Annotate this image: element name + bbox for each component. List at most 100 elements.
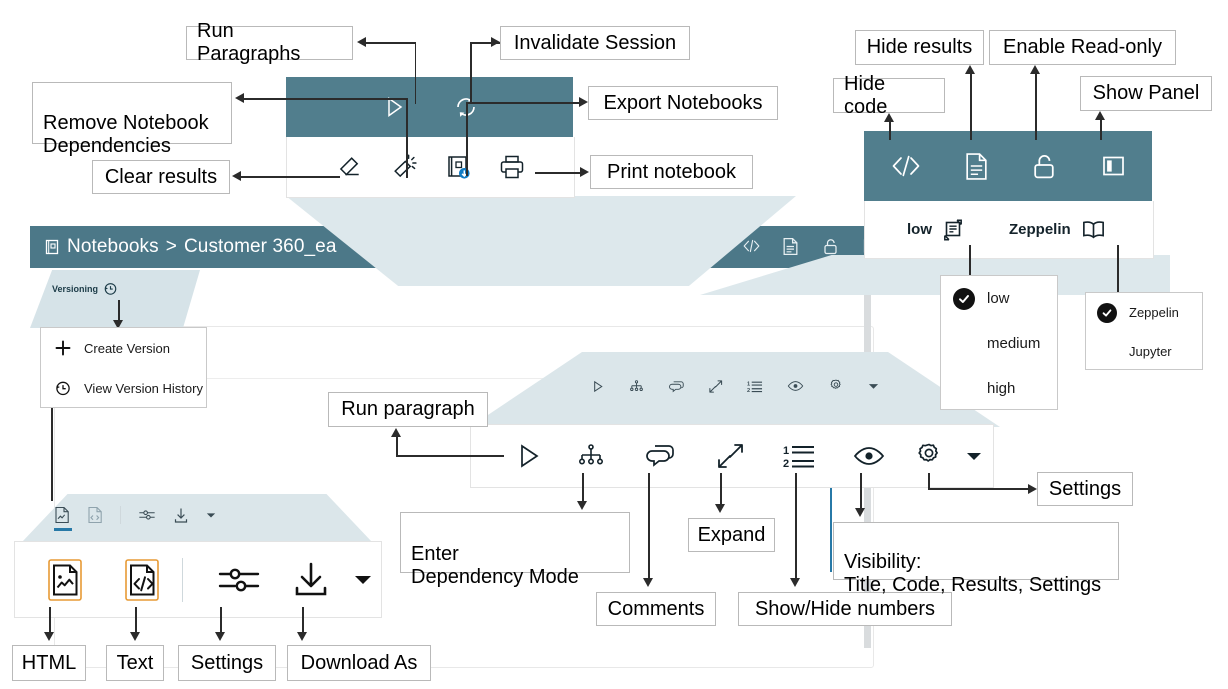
editor-selector-zoom[interactable]: Zeppelin: [1009, 219, 1107, 241]
result-toolbar-zoom: [14, 541, 382, 618]
callout-label: Download As: [300, 651, 418, 674]
svg-text:2: 2: [747, 388, 750, 394]
menu-item-label: Jupyter: [1129, 344, 1172, 359]
breadcrumb-separator: >: [165, 236, 177, 257]
callout-label: Export Notebooks: [603, 91, 763, 114]
callout-invalidate-session: Invalidate Session: [500, 26, 690, 60]
html-tab-underline: [54, 528, 72, 531]
callout-label: Invalidate Session: [513, 31, 677, 54]
history-clock-icon: [104, 283, 117, 295]
dependency-mode-icon-small[interactable]: [629, 379, 644, 394]
show-hide-numbers-icon[interactable]: 1 2: [764, 441, 834, 471]
settings-icon-result-small[interactable]: [138, 507, 156, 523]
versioning-label: Versioning: [52, 283, 99, 294]
hide-results-icon[interactable]: [964, 152, 989, 181]
comments-icon-small[interactable]: [668, 379, 684, 394]
editor-menu[interactable]: Zeppelin Jupyter: [1085, 292, 1203, 370]
check-icon: [953, 287, 975, 310]
callout-enable-read-only: Enable Read-only: [989, 30, 1176, 65]
visibility-icon[interactable]: [834, 444, 904, 468]
menu-item-label: low: [987, 290, 1010, 307]
menu-item-jupyter[interactable]: Jupyter: [1086, 332, 1202, 371]
callout-show-hide-numbers: Show/Hide numbers: [738, 592, 952, 626]
callout-settings-result: Settings: [178, 645, 276, 681]
inapp-result-toolbar-icons: [54, 506, 216, 531]
download-as-icon-small[interactable]: [173, 507, 189, 524]
callout-html: HTML: [12, 645, 86, 681]
callout-label: Hide code: [844, 72, 888, 118]
show-panel-icon[interactable]: [1100, 153, 1127, 179]
plus-icon: [54, 339, 72, 357]
download-caret-icon[interactable]: [345, 573, 381, 587]
expand-icon-small[interactable]: [708, 379, 723, 394]
callout-label: Run Paragraphs: [197, 20, 301, 65]
callout-hide-code: Hide code: [833, 73, 945, 118]
menu-item-label: Create Version: [84, 340, 170, 356]
versioning-button[interactable]: Versioning: [52, 281, 118, 296]
settings-caret-icon[interactable]: [954, 449, 993, 463]
callout-expand: Expand: [688, 518, 775, 552]
comments-icon[interactable]: [625, 441, 695, 471]
text-icon-small[interactable]: [87, 506, 103, 524]
callout-remove-notebook-dependencies: Remove Notebook Dependencies: [32, 82, 232, 157]
callout-run-paragraph: Run paragraph: [328, 392, 488, 427]
callout-label: Run paragraph: [341, 398, 475, 420]
notebook-toolbar-zoom-white: [286, 137, 575, 198]
settings-icon[interactable]: [904, 440, 954, 472]
print-notebook-icon[interactable]: [498, 153, 526, 181]
html-icon-small[interactable]: [54, 506, 72, 531]
svg-text:1: 1: [783, 445, 789, 457]
callout-label: Settings: [1048, 477, 1122, 500]
callout-label: Clear results: [104, 165, 218, 188]
callout-label: Show Panel: [1092, 82, 1200, 104]
callout-visibility: Visibility: Title, Code, Results, Settin…: [833, 522, 1119, 596]
callout-label: Hide results: [866, 36, 973, 58]
visibility-icon-small[interactable]: [787, 380, 804, 392]
callout-enter-dependency-mode: Enter Dependency Mode: [400, 512, 630, 588]
editor-label-zoom: Zeppelin: [1009, 221, 1071, 238]
interpreter-selector-zoom[interactable]: low: [907, 218, 965, 242]
text-icon[interactable]: [102, 558, 182, 602]
menu-item-low[interactable]: low: [941, 276, 1057, 321]
view-toolbar-zoom-white: low Zeppelin: [864, 201, 1154, 259]
menu-item-high[interactable]: high: [941, 366, 1057, 411]
expand-icon[interactable]: [695, 441, 765, 471]
book-icon-zoom: [1082, 220, 1104, 238]
callout-label: HTML: [21, 651, 77, 674]
menu-item-label: View Version History: [84, 380, 203, 396]
breadcrumb-root[interactable]: Notebooks: [67, 236, 159, 258]
dependency-mode-icon[interactable]: [557, 441, 625, 471]
settings-caret-icon-small[interactable]: [868, 382, 879, 390]
menu-item-create-version[interactable]: Create Version: [41, 328, 206, 368]
header-hide-code-button[interactable]: [742, 238, 761, 254]
interpreter-menu[interactable]: low medium high: [940, 275, 1058, 410]
header-hide-results-button[interactable]: [782, 237, 799, 256]
callout-label: Show/Hide numbers: [754, 597, 936, 620]
header-read-only-button[interactable]: [822, 237, 840, 256]
callout-run-paragraphs: Run Paragraphs: [186, 20, 353, 65]
annotated-screenshot: Notebooks > Customer 360_ea Versioning l…: [0, 0, 1228, 689]
menu-item-medium[interactable]: medium: [941, 321, 1057, 366]
paragraph-toolbar-zoom: 1 2: [470, 424, 994, 488]
menu-item-label: Zeppelin: [1129, 305, 1179, 320]
breadcrumb: Notebooks > Customer 360_ea: [44, 236, 337, 258]
callout-label: Settings: [190, 651, 264, 674]
html-icon[interactable]: [29, 558, 102, 602]
hide-code-icon[interactable]: [890, 154, 922, 178]
callout-export-notebooks: Export Notebooks: [588, 86, 778, 120]
run-paragraph-icon-small[interactable]: [590, 379, 605, 394]
breadcrumb-current: Customer 360_ea: [183, 236, 337, 257]
interpreter-label-zoom: low: [907, 221, 932, 238]
versioning-menu[interactable]: Create Version View Version History: [40, 327, 207, 408]
remove-notebook-dependencies-icon[interactable]: [390, 153, 418, 181]
show-hide-numbers-icon-small[interactable]: 12: [747, 379, 763, 394]
run-paragraph-icon[interactable]: [499, 441, 557, 471]
menu-item-zeppelin[interactable]: Zeppelin: [1086, 293, 1202, 332]
download-caret-icon-small[interactable]: [206, 511, 216, 519]
settings-icon-small[interactable]: [828, 378, 844, 394]
settings-icon-result[interactable]: [201, 564, 278, 596]
svg-text:2: 2: [783, 458, 789, 470]
download-as-icon[interactable]: [278, 560, 345, 600]
enable-read-only-icon[interactable]: [1031, 152, 1058, 181]
menu-item-view-version-history[interactable]: View Version History: [41, 368, 206, 408]
